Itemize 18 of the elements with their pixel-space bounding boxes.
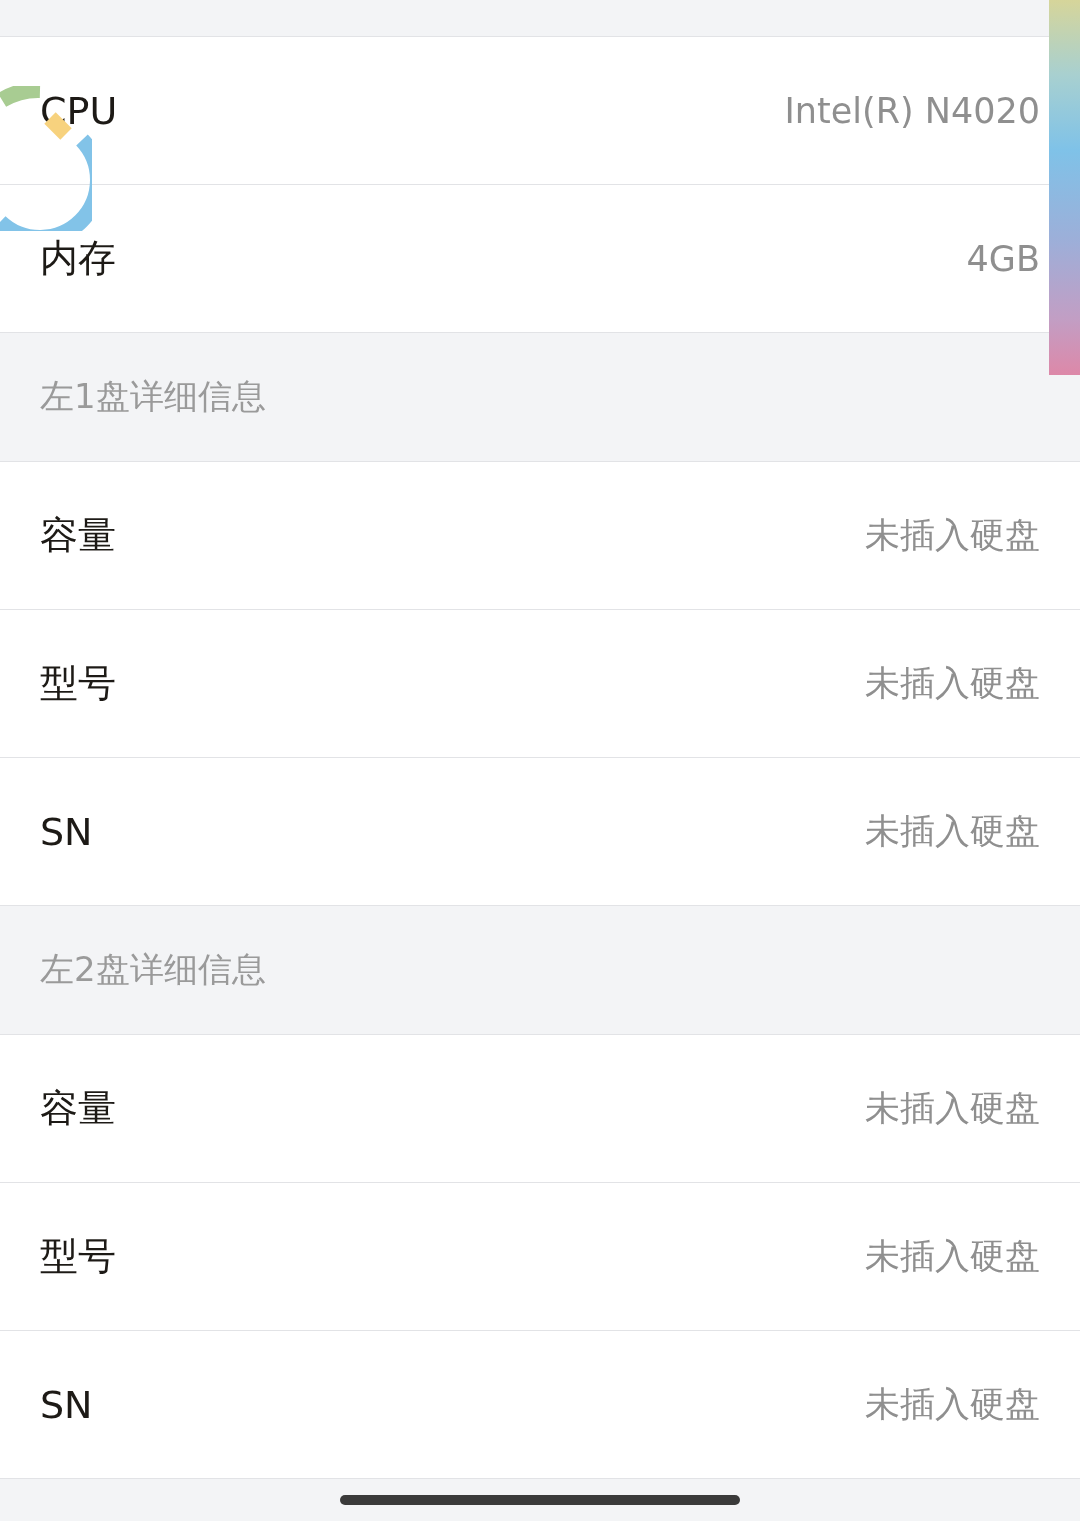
section-title: 左1盘详细信息: [40, 375, 266, 418]
home-indicator[interactable]: [340, 1495, 740, 1505]
row-value: 未插入硬盘: [865, 662, 1040, 705]
row-value: 未插入硬盘: [865, 1235, 1040, 1278]
section-title: 左2盘详细信息: [40, 948, 266, 991]
row-label: 型号: [40, 1233, 116, 1280]
row-value: Intel(R) N4020: [784, 90, 1040, 131]
row-value: 未插入硬盘: [865, 1383, 1040, 1426]
row-label: 容量: [40, 1085, 116, 1132]
row-label: 型号: [40, 660, 116, 707]
row-value: 未插入硬盘: [865, 514, 1040, 557]
row-label: 容量: [40, 512, 116, 559]
row-value: 未插入硬盘: [865, 1087, 1040, 1130]
row-label: SN: [40, 809, 93, 854]
row-value: 4GB: [966, 238, 1040, 279]
row-label: 内存: [40, 235, 116, 282]
row-value: 未插入硬盘: [865, 810, 1040, 853]
row-label: SN: [40, 1382, 93, 1427]
